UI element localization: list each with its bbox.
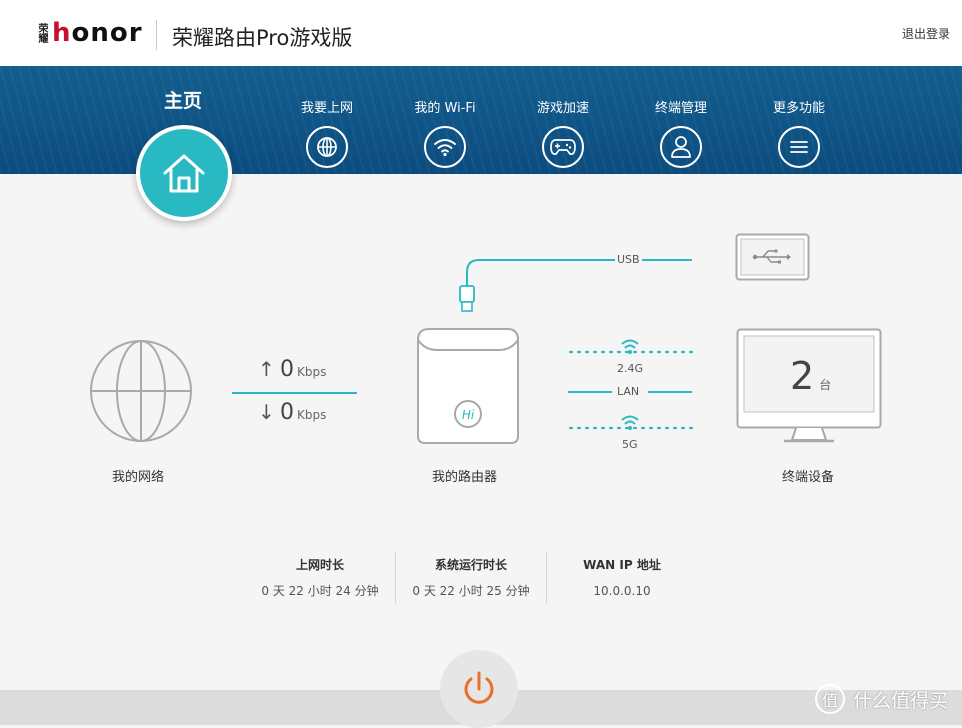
my-network-label: 我的网络 xyxy=(112,470,165,485)
brand-wordmark: honor xyxy=(52,18,143,48)
usb-link-label: USB xyxy=(617,253,640,266)
header-divider xyxy=(156,20,157,50)
wifi-5g-label: 5G xyxy=(622,438,638,451)
download-speed: ↓ 0 Kbps xyxy=(258,400,326,425)
watermark: 值 什么值得买 xyxy=(814,684,948,714)
usb-device[interactable] xyxy=(735,233,810,281)
download-value: 0 xyxy=(280,400,294,425)
stat-title: 上网时长 xyxy=(295,558,344,572)
nav-item-devices[interactable]: 终端管理 xyxy=(626,100,736,168)
stat-uptime: 系统运行时长 0 天 22 小时 25 分钟 xyxy=(396,556,546,600)
wifi-24g-label: 2.4G xyxy=(617,362,644,375)
menu-icon xyxy=(778,126,820,168)
lan-label: LAN xyxy=(617,385,640,398)
globe-icon xyxy=(306,126,348,168)
gamepad-icon xyxy=(542,126,584,168)
nav-item-more[interactable]: 更多功能 xyxy=(744,100,854,168)
watermark-badge: 值 xyxy=(814,684,845,714)
upload-speed: ↑ 0 Kbps xyxy=(258,357,326,382)
product-title: 荣耀路由Pro游戏版 xyxy=(172,26,353,50)
logout-link[interactable]: 退出登录 xyxy=(902,25,950,42)
stat-title: WAN IP 地址 xyxy=(583,558,661,572)
router-device[interactable]: Hi xyxy=(415,326,521,446)
arrow-down-icon: ↓ xyxy=(258,400,275,424)
nav-item-label: 游戏加速 xyxy=(536,101,589,116)
stat-value: 0 天 22 小时 25 分钟 xyxy=(412,584,530,598)
power-button[interactable] xyxy=(440,650,518,728)
nav-item-label: 更多功能 xyxy=(772,101,825,116)
brand-seal: 荣耀 xyxy=(36,23,47,43)
power-icon xyxy=(464,671,494,704)
stat-online-time: 上网时长 0 天 22 小时 24 分钟 xyxy=(245,556,395,600)
router-badge: Hi xyxy=(462,408,475,422)
honor-logo: 荣耀 honor xyxy=(34,18,143,48)
device-count-value: 2 xyxy=(790,354,815,398)
nav-item-wifi[interactable]: 我的 Wi-Fi xyxy=(390,100,500,168)
terminal-devices-label: 终端设备 xyxy=(782,470,835,485)
device-count-unit: 台 xyxy=(819,378,832,392)
stat-wan-ip: WAN IP 地址 10.0.0.10 xyxy=(547,556,697,600)
stat-value: 0 天 22 小时 24 分钟 xyxy=(261,584,379,598)
download-unit: Kbps xyxy=(297,408,327,422)
brand-wordmark-initial: h xyxy=(52,18,72,48)
stat-value: 10.0.0.10 xyxy=(593,584,651,598)
upload-unit: Kbps xyxy=(297,365,327,379)
stat-title: 系统运行时长 xyxy=(434,558,507,572)
nav-item-label: 我的 Wi-Fi xyxy=(414,101,476,116)
wifi-icon xyxy=(424,126,466,168)
nav-item-label: 终端管理 xyxy=(654,101,707,116)
nav-item-game-boost[interactable]: 游戏加速 xyxy=(508,100,618,168)
home-tab[interactable] xyxy=(136,125,232,221)
upload-value: 0 xyxy=(280,357,294,382)
home-tab-label: 主页 xyxy=(164,90,203,112)
nav-item-internet[interactable]: 我要上网 xyxy=(272,100,382,168)
usb-cable xyxy=(459,259,692,312)
home-icon xyxy=(163,154,205,193)
user-icon xyxy=(660,126,702,168)
nav-item-label: 我要上网 xyxy=(300,101,353,116)
arrow-up-icon: ↑ xyxy=(258,357,275,381)
my-router-label: 我的路由器 xyxy=(432,470,498,485)
globe-network-icon[interactable] xyxy=(88,338,194,444)
wan-link-line xyxy=(232,392,357,394)
top-header: 荣耀 honor 荣耀路由Pro游戏版 退出登录 xyxy=(0,0,962,66)
watermark-text: 什么值得买 xyxy=(852,689,948,712)
device-count: 2 台 xyxy=(790,354,831,398)
